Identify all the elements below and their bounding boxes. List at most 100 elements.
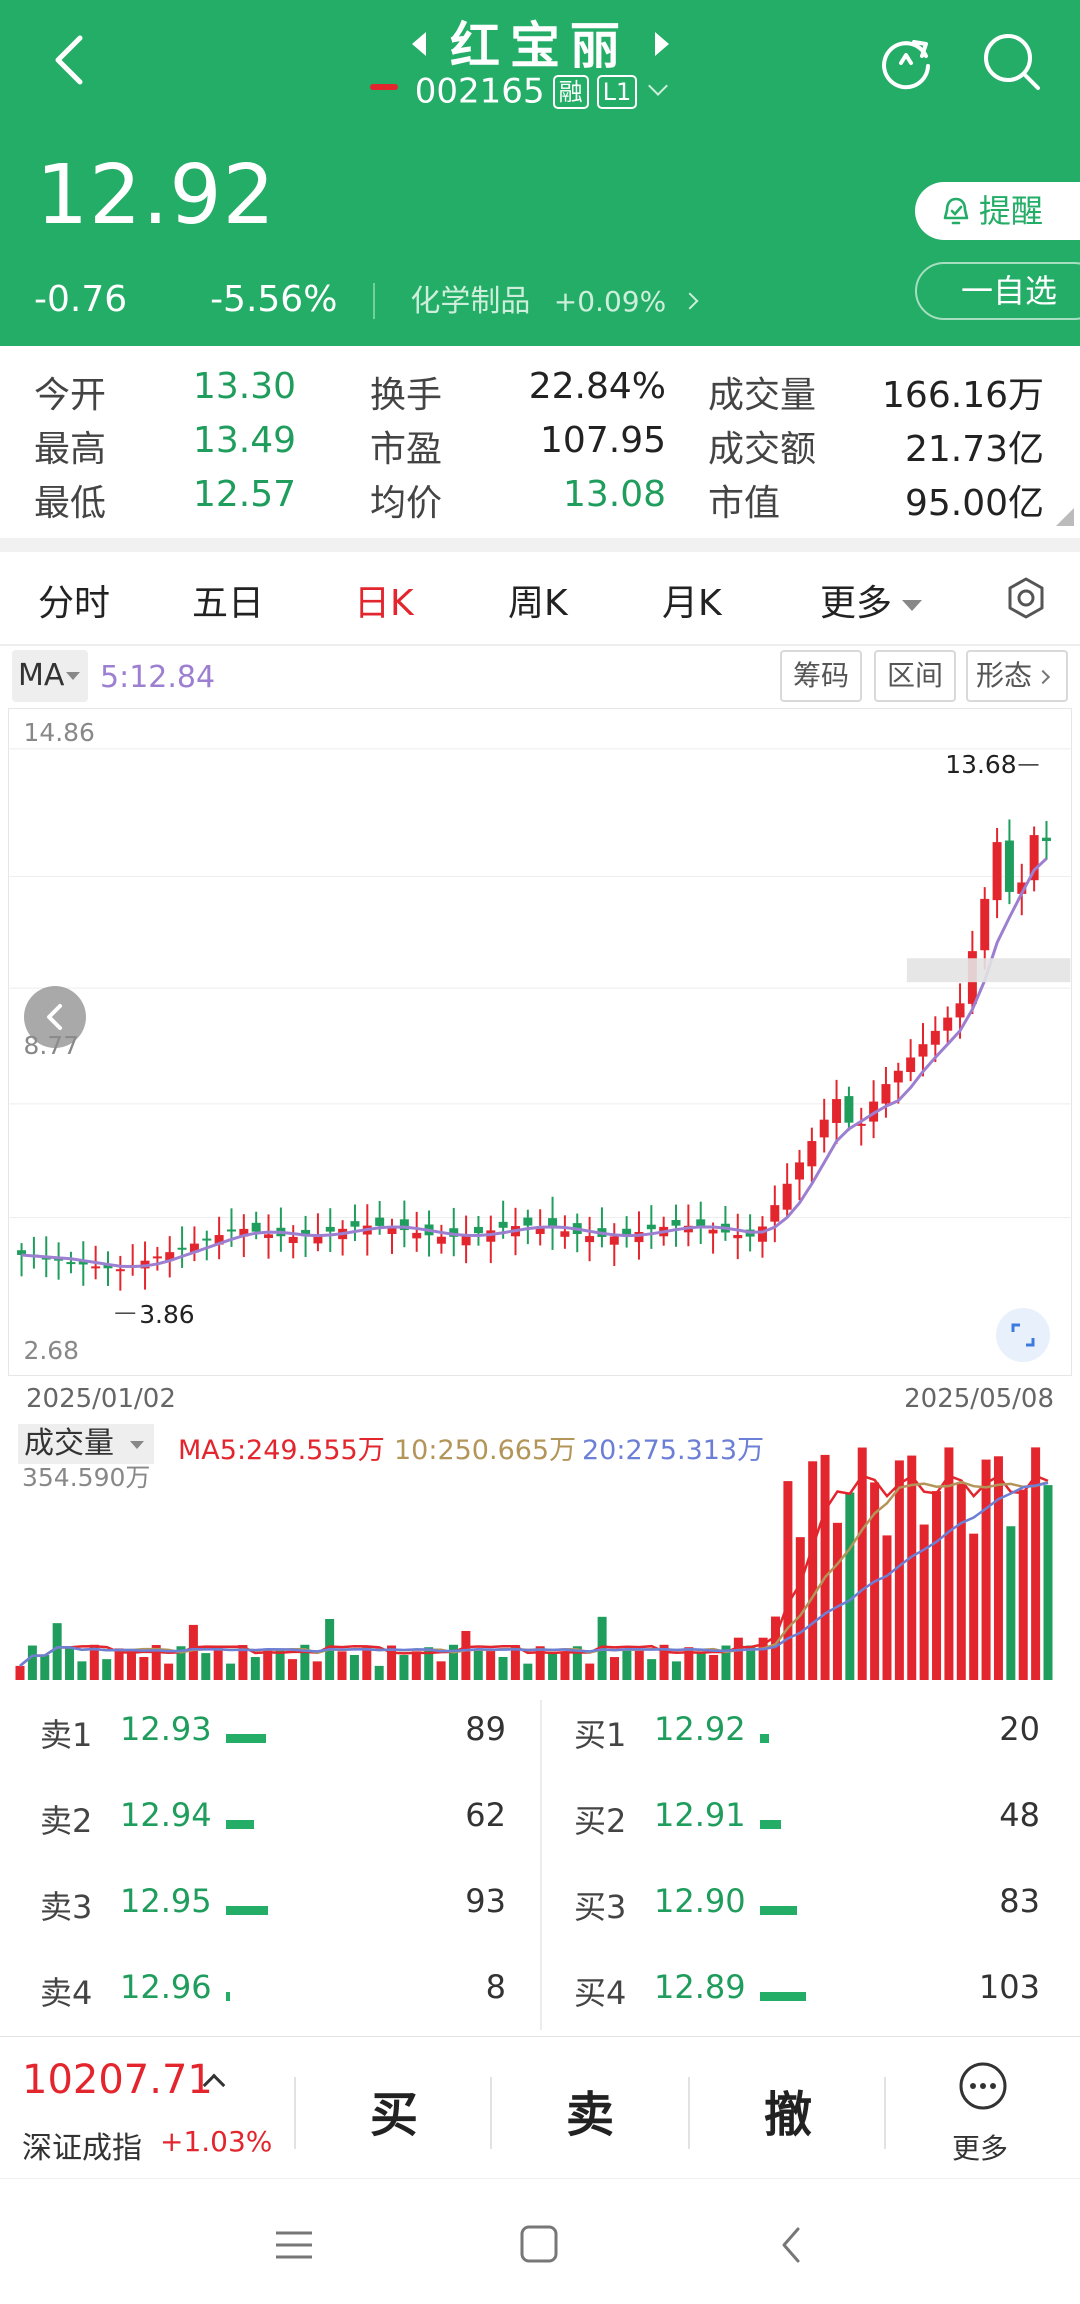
search-icon[interactable]	[980, 30, 1044, 94]
candle-body	[881, 1084, 891, 1104]
candle-body	[523, 1217, 533, 1226]
settings-icon[interactable]	[1004, 576, 1048, 620]
candle-body	[91, 1266, 101, 1269]
sell-order-row[interactable]: 卖1 12.93 89	[40, 1710, 506, 1770]
candle-body	[585, 1236, 595, 1243]
fullscreen-button[interactable]	[996, 1308, 1050, 1362]
home-icon[interactable]	[518, 2225, 562, 2265]
next-stock-icon[interactable]	[655, 32, 669, 56]
buy-level-label: 买4	[574, 1974, 627, 2012]
sell-volume-bar	[226, 1734, 266, 1743]
more-label[interactable]: 更多	[952, 2127, 1008, 2167]
more-icon[interactable]	[958, 2061, 1008, 2111]
buy-order-row[interactable]: 买4 12.89 103	[574, 1968, 1040, 2028]
price-change: -0.76	[34, 279, 128, 320]
ma-selector[interactable]: MA	[12, 650, 88, 702]
candle-body	[1004, 840, 1014, 892]
tab-0[interactable]: 分时	[38, 574, 110, 626]
sell-order-row[interactable]: 卖3 12.95 93	[40, 1882, 506, 1942]
volume-bar	[808, 1461, 818, 1680]
buy-order-row[interactable]: 买1 12.92 20	[574, 1710, 1040, 1770]
cancel-order-button[interactable]: 撤	[728, 2075, 848, 2145]
candlestick-chart[interactable]: 14.868.772.6813.683.86	[8, 708, 1072, 1376]
volume-header: 成交量 MA5:249.555万 10:250.665万 20:275.313万	[0, 1424, 1080, 1466]
scroll-left-button[interactable]	[24, 986, 86, 1048]
add-favorite-button[interactable]: 一自选	[915, 262, 1080, 320]
tab-4[interactable]: 月K	[662, 574, 722, 626]
tab-label: 日K	[354, 583, 414, 624]
price-band	[906, 958, 1071, 983]
sell-button[interactable]: 卖	[530, 2075, 650, 2145]
candle-body	[671, 1220, 681, 1226]
trade-bar: 10207.71 深证成指 +1.03% 买 卖 撤 更多	[0, 2036, 1080, 2176]
pattern-button[interactable]: 形态	[966, 650, 1068, 702]
tab-1[interactable]: 五日	[192, 574, 264, 626]
chevron-down-icon	[648, 75, 669, 96]
volume-bar	[832, 1522, 842, 1680]
date-start: 2025/01/02	[26, 1384, 176, 1414]
stock-code: 002165	[414, 71, 545, 112]
quote-label: 成交量	[708, 375, 817, 416]
tab-2[interactable]: 日K	[354, 574, 414, 626]
volume-bar	[52, 1623, 62, 1680]
candle-body	[992, 842, 1002, 901]
buy-price: 12.90	[654, 1882, 746, 1920]
remind-button[interactable]: 提醒	[915, 182, 1080, 240]
divider	[688, 2077, 690, 2149]
sell-volume: 93	[465, 1882, 506, 1920]
volume-bar	[882, 1535, 892, 1680]
expand-icon	[1011, 1323, 1035, 1347]
sell-level-label: 卖1	[40, 1716, 93, 1754]
volume-bar	[461, 1630, 471, 1680]
refresh-icon[interactable]	[874, 30, 938, 94]
candle-body	[943, 1017, 953, 1031]
current-price: 12.92	[36, 148, 276, 243]
tab-3[interactable]: 周K	[508, 574, 568, 626]
volume-bar	[40, 1654, 50, 1680]
tab-5[interactable]: 更多	[820, 574, 923, 626]
quote-label: 最高	[34, 429, 107, 470]
buy-button[interactable]: 买	[334, 2075, 454, 2145]
buy-order-row[interactable]: 买2 12.91 48	[574, 1796, 1040, 1856]
volume-bar	[585, 1663, 595, 1680]
quote-label: 最低	[34, 483, 107, 524]
volume-bar	[548, 1653, 558, 1680]
chevron-right-icon	[681, 292, 699, 310]
quote-grid: 今开 13.30 换手 22.84% 成交量 166.16万 最高 13.49 市盈 107.95…	[0, 346, 1080, 538]
volume-bar	[647, 1659, 657, 1680]
buy-order-row[interactable]: 买3 12.90 83	[574, 1882, 1040, 1942]
industry-link[interactable]: 化学制品	[410, 276, 530, 320]
volume-bar	[523, 1663, 533, 1680]
sell-order-row[interactable]: 卖2 12.94 62	[40, 1796, 506, 1856]
quote-value: 166.16万	[882, 375, 1044, 416]
quote-value: 13.49	[192, 420, 296, 461]
chip-button[interactable]: 筹码	[780, 650, 862, 702]
remind-label: 提醒	[979, 192, 1044, 230]
volume-bar	[993, 1456, 1003, 1680]
chevron-left-icon	[47, 1004, 62, 1030]
volume-bar	[981, 1459, 991, 1680]
sell-order-row[interactable]: 卖4 12.96 8	[40, 1968, 506, 2028]
candle-body	[152, 1256, 162, 1259]
range-button[interactable]: 区间	[874, 650, 956, 702]
back-nav-icon[interactable]	[770, 2225, 814, 2265]
volume-selector[interactable]: 成交量	[18, 1424, 154, 1464]
margin-tag: 融	[552, 74, 589, 109]
index-value[interactable]: 10207.71	[22, 2057, 213, 2103]
volume-bar	[436, 1661, 446, 1680]
volume-selector-label: 成交量	[24, 1426, 114, 1461]
quote-value: 21.73亿	[904, 429, 1044, 470]
period-tabs: 分时 五日 日K 周K 月K 更多	[0, 552, 1080, 644]
vol-ma5: MA5:249.555万	[178, 1435, 385, 1466]
tab-label: 更多	[820, 583, 893, 624]
y-axis-bottom: 2.68	[24, 1336, 79, 1365]
tab-label: 月K	[662, 583, 722, 624]
buy-volume-bar	[760, 1734, 769, 1743]
vol-ma10: 10:250.665万	[394, 1435, 577, 1466]
quote-label: 换手	[370, 375, 443, 416]
candle-body	[1041, 837, 1051, 841]
change-row: -0.76 -5.56% 化学制品 +0.09%	[34, 276, 699, 320]
menu-icon[interactable]	[272, 2225, 316, 2265]
volume-bar	[932, 1491, 942, 1680]
expand-corner-icon[interactable]	[1056, 508, 1074, 526]
